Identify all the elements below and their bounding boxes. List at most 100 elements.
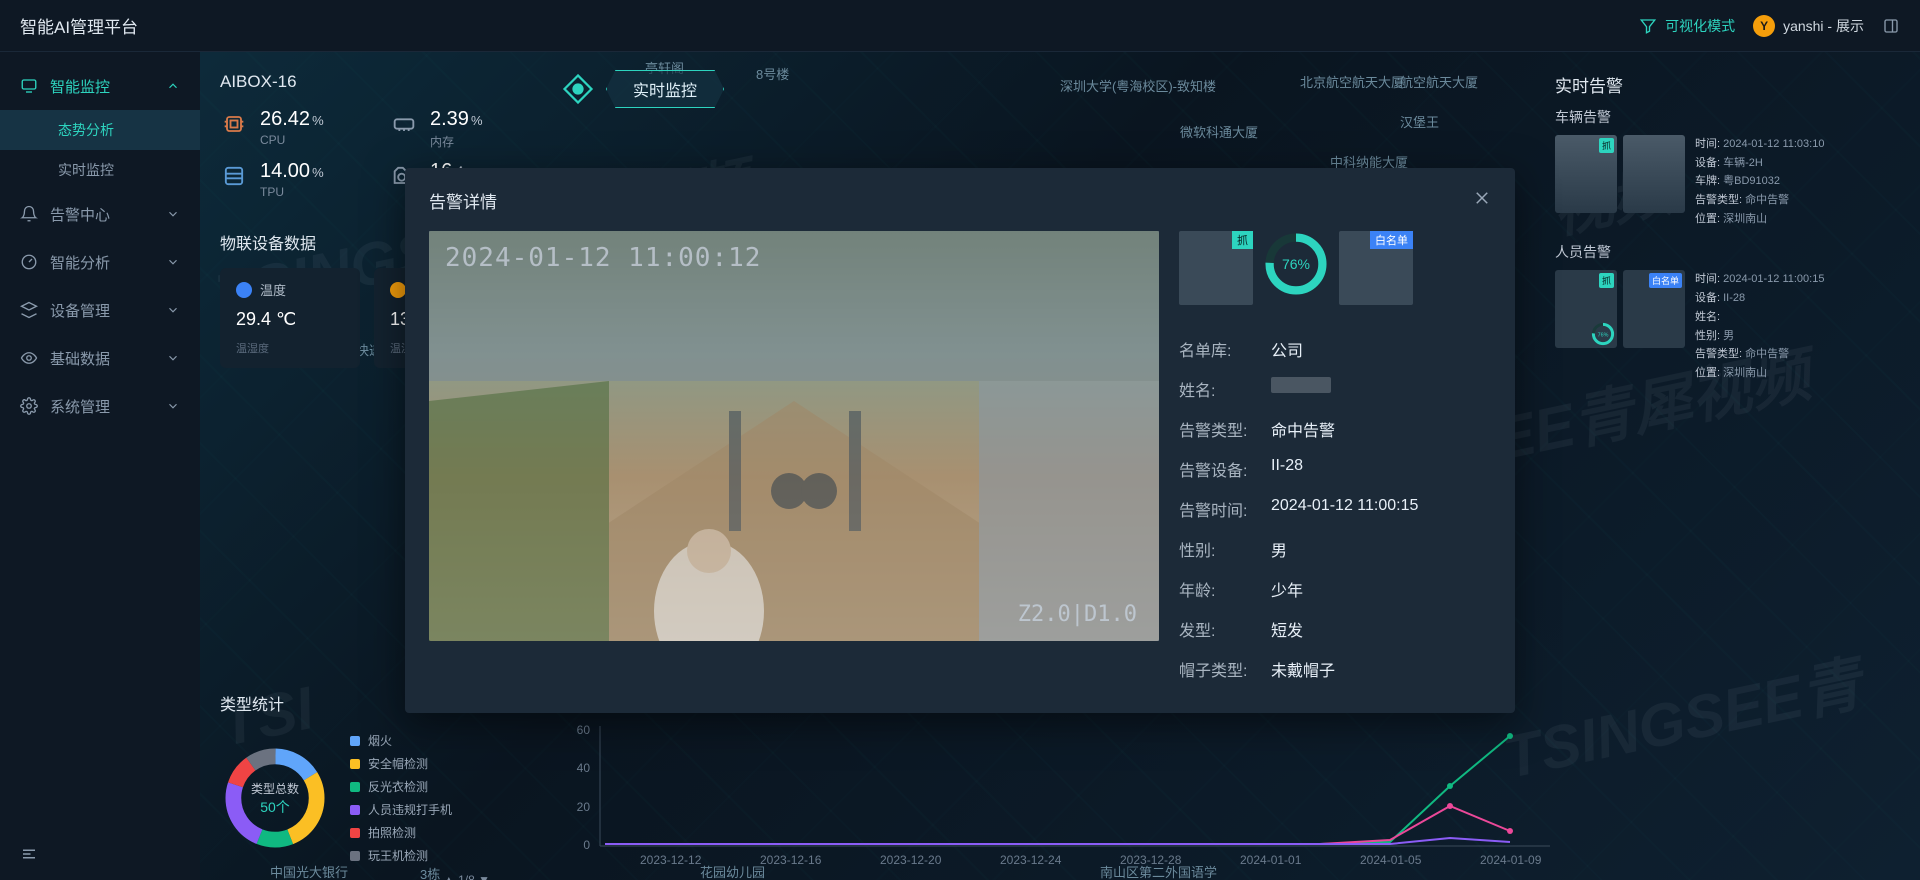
svg-text:40: 40: [577, 761, 591, 775]
sidebar-item-realtime[interactable]: 实时监控: [0, 150, 200, 190]
sidebar-item-situation[interactable]: 态势分析: [0, 110, 200, 150]
stat-cpu: 26.42%CPU: [220, 108, 360, 150]
capture-tag: 抓: [1232, 231, 1253, 249]
chevron-down-icon: [166, 399, 180, 413]
meta-row-hat: 帽子类型:未戴帽子: [1179, 649, 1491, 689]
svg-text:60: 60: [577, 723, 591, 737]
sidebar-item-basedata[interactable]: 基础数据: [0, 334, 200, 382]
svg-text:20: 20: [577, 800, 591, 814]
user-menu[interactable]: Y yanshi - 展示: [1753, 15, 1864, 37]
alarm-panel-title: 实时告警: [1555, 72, 1900, 97]
chevron-down-icon: [166, 303, 180, 317]
vehicle-alarm-card[interactable]: 抓 时间: 2024-01-12 11:03:10 设备: 车辆-2H 车牌: …: [1555, 135, 1900, 228]
meta-row-sex: 性别:男: [1179, 529, 1491, 569]
badge-label: 实时监控: [606, 70, 724, 108]
sidebar-item-analysis[interactable]: 智能分析: [0, 238, 200, 286]
svg-text:2024-01-09: 2024-01-09: [1480, 853, 1542, 866]
chart-legend: 烟火 安全帽检测 反光衣检测 人员违规打手机 拍照检测 玩王机检测: [350, 729, 530, 867]
sidebar-label: 智能分析: [50, 252, 110, 273]
svg-text:2024-01-05: 2024-01-05: [1360, 853, 1422, 866]
memory-icon: [390, 110, 418, 138]
close-icon: [1473, 189, 1491, 207]
database-face: 白名单: [1339, 231, 1413, 305]
sidebar-item-devices[interactable]: 设备管理: [0, 286, 200, 334]
sidebar-item-alarm-center[interactable]: 告警中心: [0, 190, 200, 238]
face-thumb-capture: 抓 76%: [1555, 270, 1617, 348]
vehicle-alarm-title: 车辆告警: [1555, 107, 1900, 127]
meta-row-age: 年龄:少年: [1179, 569, 1491, 609]
svg-text:0: 0: [583, 838, 590, 852]
legend-item[interactable]: 拍照检测: [350, 821, 530, 844]
vehicle-thumb: [1623, 135, 1685, 213]
map-label: 北京航空航天大厦: [1300, 72, 1404, 91]
match-percentage: 76%: [1263, 231, 1329, 297]
legend-item[interactable]: 反光衣检测: [350, 775, 530, 798]
gauge-icon: [20, 253, 38, 271]
match-percentage-ring: 76%: [1263, 231, 1329, 297]
svg-text:2023-12-20: 2023-12-20: [880, 853, 942, 866]
box-title: AIBOX-16: [220, 72, 530, 92]
visualization-mode-toggle[interactable]: 可视化模式: [1639, 16, 1735, 36]
sidebar-item-system[interactable]: 系统管理: [0, 382, 200, 430]
realtime-monitor-badge[interactable]: 实时监控: [560, 70, 724, 108]
chevron-down-icon: [166, 207, 180, 221]
chevron-down-icon: [166, 255, 180, 269]
meta-row-name: 姓名:: [1179, 369, 1491, 409]
top-bar: 智能AI管理平台 可视化模式 Y yanshi - 展示: [0, 0, 1920, 52]
map-label: 微软科通大厦: [1180, 122, 1258, 141]
realtime-alarm-panel: 实时告警 车辆告警 抓 时间: 2024-01-12 11:03:10 设备: …: [1555, 72, 1900, 397]
legend-item[interactable]: 玩王机检测: [350, 844, 530, 867]
gear-icon: [20, 397, 38, 415]
person-alarm-title: 人员告警: [1555, 242, 1900, 262]
monitor-icon: [20, 77, 38, 95]
sidebar-label: 系统管理: [50, 396, 110, 417]
captured-face: 抓: [1179, 231, 1253, 305]
legend-item[interactable]: 人员违规打手机: [350, 798, 530, 821]
stat-tpu: 14.00%TPU: [220, 160, 360, 202]
meta-row-alarm-type: 告警类型:命中告警: [1179, 409, 1491, 449]
legend-item[interactable]: 安全帽检测: [350, 752, 530, 775]
legend-item[interactable]: 烟火: [350, 729, 530, 752]
filter-icon: [1639, 17, 1657, 35]
svg-text:2023-12-12: 2023-12-12: [640, 853, 702, 866]
map-label: 深圳大学(粤海校区)-致知楼: [1060, 76, 1216, 95]
modal-title: 告警详情: [429, 188, 497, 213]
capture-tag: 抓: [1599, 273, 1614, 288]
sidebar-label: 告警中心: [50, 204, 110, 225]
layers-icon: [20, 301, 38, 319]
whitelist-tag: 白名单: [1649, 273, 1682, 288]
svg-text:76%: 76%: [1598, 333, 1609, 339]
svg-text:2023-12-28: 2023-12-28: [1120, 853, 1182, 866]
map-label: 航空航天大厦: [1400, 72, 1478, 91]
sidebar-collapse-toggle[interactable]: [20, 845, 38, 866]
app-title: 智能AI管理平台: [20, 13, 138, 38]
sidebar-label: 设备管理: [50, 300, 110, 321]
alarm-video-frame[interactable]: 2024-01-12 11:00:12 Z2.0|D1.0: [429, 231, 1159, 641]
broadcast-icon: [560, 71, 596, 107]
match-ring-icon: 76%: [1591, 322, 1615, 346]
iot-card-temp[interactable]: 温度 29.4 ℃ 温湿度: [220, 268, 360, 368]
chevron-down-icon: [166, 351, 180, 365]
person-alarm-card[interactable]: 抓 76% 白名单 时间: 2024-01-12 11:00:15 设备: II…: [1555, 270, 1900, 382]
donut-center-label: 类型总数: [251, 780, 299, 797]
sidebar-label: 态势分析: [58, 120, 114, 140]
close-button[interactable]: [1473, 189, 1491, 212]
alarm-timeline-chart: 0 20 40 60 2023-12-12 2023-12-16 2023-12…: [560, 716, 1560, 866]
sidebar-item-monitor[interactable]: 智能监控: [0, 62, 200, 110]
sidebar-label: 实时监控: [58, 160, 114, 180]
stat-memory: 2.39%内存: [390, 108, 530, 150]
svg-text:2023-12-16: 2023-12-16: [760, 853, 822, 866]
vehicle-thumb: 抓: [1555, 135, 1617, 213]
avatar: Y: [1753, 15, 1775, 37]
alarm-detail-modal: 告警详情 2024-01-12 11:00:12 Z2.0|D1.0: [405, 168, 1515, 713]
svg-text:2023-12-24: 2023-12-24: [1000, 853, 1062, 866]
type-stat-pager[interactable]: ▲ 1/8 ▼: [220, 873, 530, 880]
panel-toggle-icon[interactable]: [1882, 17, 1900, 35]
menu-collapse-icon: [20, 845, 38, 863]
meta-row-time: 告警时间:2024-01-12 11:00:15: [1179, 489, 1491, 529]
viz-mode-label: 可视化模式: [1665, 16, 1735, 36]
tpu-icon: [220, 162, 248, 190]
whitelist-tag: 白名单: [1370, 231, 1413, 249]
eye-icon: [20, 349, 38, 367]
user-label: yanshi - 展示: [1783, 16, 1864, 36]
